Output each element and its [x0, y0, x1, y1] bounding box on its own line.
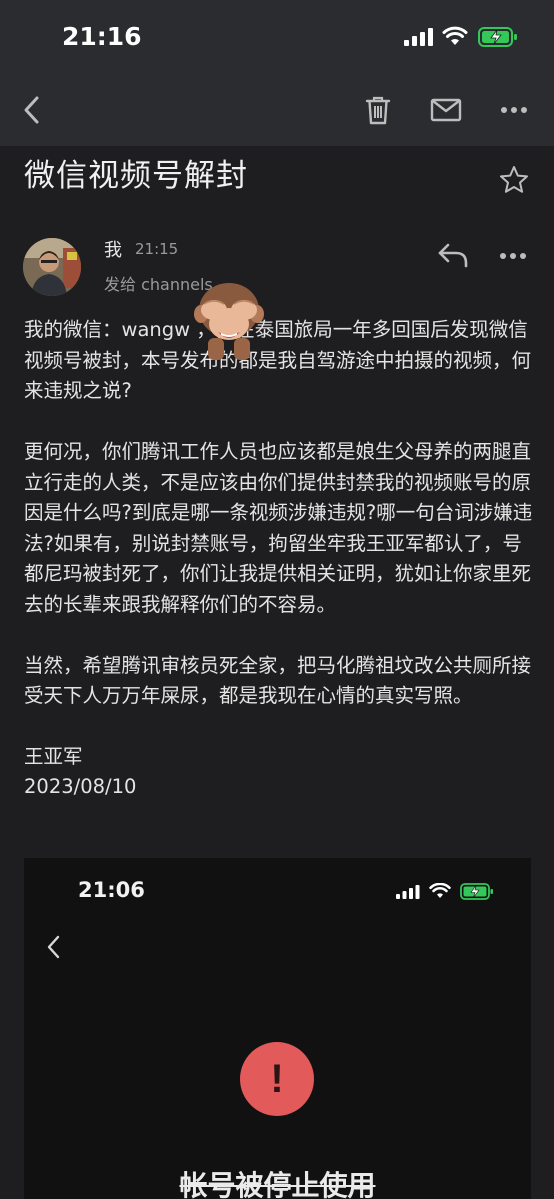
attachment-back-icon: [47, 935, 60, 959]
attachment-wifi-icon: [429, 883, 451, 898]
attachment-signal-icon: [396, 885, 420, 899]
mark-unread-button[interactable]: [426, 90, 466, 130]
trash-icon: [365, 96, 391, 125]
message-more-icon[interactable]: [496, 240, 530, 270]
email-toolbar: [0, 72, 554, 146]
status-time: 21:16: [62, 22, 142, 51]
avatar-photo: [23, 238, 81, 296]
reply-icon[interactable]: [436, 240, 470, 270]
account-suspended-title: 帐号被停止使用: [179, 1169, 376, 1199]
body-paragraph: 更何况，你们腾讯工作人员也应该都是娘生父母养的两腿直立行走的人类，不是应该由你们…: [24, 440, 533, 616]
more-options-button[interactable]: [494, 90, 534, 130]
see-no-evil-monkey-icon: [194, 283, 264, 360]
battery-charging-icon: [478, 27, 517, 47]
wifi-icon: [442, 26, 468, 45]
alert-icon: !: [240, 1042, 314, 1116]
cellular-signal-icon: [404, 28, 433, 46]
signature-date: 2023/08/10: [24, 775, 137, 798]
alert-symbol: !: [270, 1056, 284, 1101]
email-body: 我的微信：wangw ，我在泰国旅局一年多回国后发现微信视频号被封，本号发布的都…: [24, 315, 534, 802]
back-button[interactable]: [12, 90, 52, 130]
mail-icon: [430, 98, 462, 122]
sender-name[interactable]: 我: [104, 236, 122, 262]
delete-button[interactable]: [358, 90, 398, 130]
more-horizontal-icon: [501, 107, 527, 113]
body-paragraph: 我的微信：wangw ，我在泰国旅局一年多回国后发现微信视频号被封，本号发布的都…: [24, 318, 532, 402]
status-bar: 21:16: [0, 0, 554, 72]
chevron-left-icon: [24, 96, 39, 124]
email-subject: 微信视频号解封: [24, 158, 248, 194]
attachment-battery-icon: [460, 883, 493, 900]
star-icon[interactable]: [498, 164, 530, 196]
attachment-status-time: 21:06: [78, 878, 145, 902]
sender-avatar[interactable]: [23, 238, 81, 296]
sent-time: 21:15: [135, 240, 179, 258]
signature-name: 王亚军: [24, 745, 83, 768]
body-paragraph: 当然，希望腾讯审核员死全家，把马化腾祖坟改公共厕所接受天下人万万年屎尿，都是我现…: [24, 653, 532, 708]
attached-screenshot[interactable]: 21:06 ! 帐号被停止使用: [24, 858, 531, 1199]
